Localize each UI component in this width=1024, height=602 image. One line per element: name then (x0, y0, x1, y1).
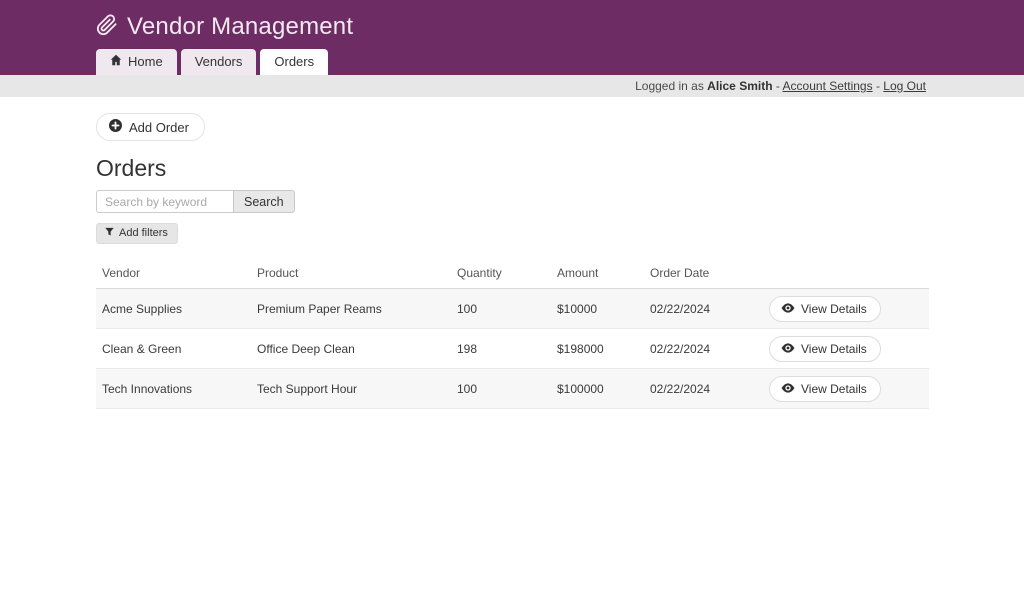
cell-quantity: 100 (451, 302, 551, 316)
search-button[interactable]: Search (233, 190, 295, 213)
app-header: Vendor Management Home Vendors Orders (0, 0, 1024, 75)
orders-table: Vendor Product Quantity Amount Order Dat… (96, 258, 929, 409)
view-details-button[interactable]: View Details (769, 376, 881, 402)
cell-amount: $100000 (551, 382, 644, 396)
home-icon (110, 54, 122, 69)
column-header-quantity: Quantity (451, 266, 551, 280)
cell-order-date: 02/22/2024 (644, 302, 763, 316)
tab-home-label: Home (128, 54, 163, 69)
user-name: Alice Smith (707, 79, 772, 93)
eye-icon (781, 382, 795, 396)
main-content: Add Order Orders Search Add filters Vend… (0, 97, 1024, 409)
add-filters-label: Add filters (119, 227, 168, 239)
search-row: Search (96, 190, 1024, 213)
cell-quantity: 100 (451, 382, 551, 396)
cell-order-date: 02/22/2024 (644, 382, 763, 396)
eye-icon (781, 342, 795, 356)
logged-in-prefix: Logged in as (635, 79, 704, 93)
add-order-button[interactable]: Add Order (96, 113, 205, 141)
view-details-button[interactable]: View Details (769, 296, 881, 322)
eye-icon (781, 302, 795, 316)
separator: - (876, 79, 880, 93)
tab-orders[interactable]: Orders (260, 49, 328, 75)
view-details-button[interactable]: View Details (769, 336, 881, 362)
cell-vendor: Tech Innovations (96, 382, 251, 396)
view-details-label: View Details (801, 302, 867, 316)
table-header-row: Vendor Product Quantity Amount Order Dat… (96, 258, 929, 289)
column-header-order-date: Order Date (644, 266, 763, 280)
view-details-label: View Details (801, 382, 867, 396)
cell-vendor: Clean & Green (96, 342, 251, 356)
nav-tabs: Home Vendors Orders (96, 49, 328, 75)
cell-quantity: 198 (451, 342, 551, 356)
search-input[interactable] (96, 190, 233, 213)
column-header-product: Product (251, 266, 451, 280)
cell-product: Premium Paper Reams (251, 302, 451, 316)
table-row: Clean & Green Office Deep Clean 198 $198… (96, 329, 929, 369)
view-details-label: View Details (801, 342, 867, 356)
filter-icon (105, 227, 114, 239)
paperclip-icon (96, 14, 118, 41)
cell-product: Tech Support Hour (251, 382, 451, 396)
plus-circle-icon (109, 119, 122, 135)
tab-vendors[interactable]: Vendors (181, 49, 257, 75)
table-row: Acme Supplies Premium Paper Reams 100 $1… (96, 289, 929, 329)
column-header-vendor: Vendor (96, 266, 251, 280)
column-header-amount: Amount (551, 266, 644, 280)
account-settings-link[interactable]: Account Settings (783, 79, 873, 93)
tab-orders-label: Orders (274, 54, 314, 69)
app-title: Vendor Management (127, 13, 353, 41)
cell-amount: $198000 (551, 342, 644, 356)
cell-order-date: 02/22/2024 (644, 342, 763, 356)
page-title: Orders (96, 155, 1024, 182)
cell-amount: $10000 (551, 302, 644, 316)
cell-vendor: Acme Supplies (96, 302, 251, 316)
user-bar: Logged in as Alice Smith - Account Setti… (0, 75, 1024, 97)
table-body: Acme Supplies Premium Paper Reams 100 $1… (96, 289, 929, 409)
cell-product: Office Deep Clean (251, 342, 451, 356)
add-order-label: Add Order (129, 120, 189, 135)
tab-home[interactable]: Home (96, 49, 177, 75)
brand: Vendor Management (0, 0, 1024, 41)
tab-vendors-label: Vendors (195, 54, 243, 69)
separator: - (776, 79, 780, 93)
add-filters-button[interactable]: Add filters (96, 223, 178, 244)
table-row: Tech Innovations Tech Support Hour 100 $… (96, 369, 929, 409)
logout-link[interactable]: Log Out (883, 79, 926, 93)
